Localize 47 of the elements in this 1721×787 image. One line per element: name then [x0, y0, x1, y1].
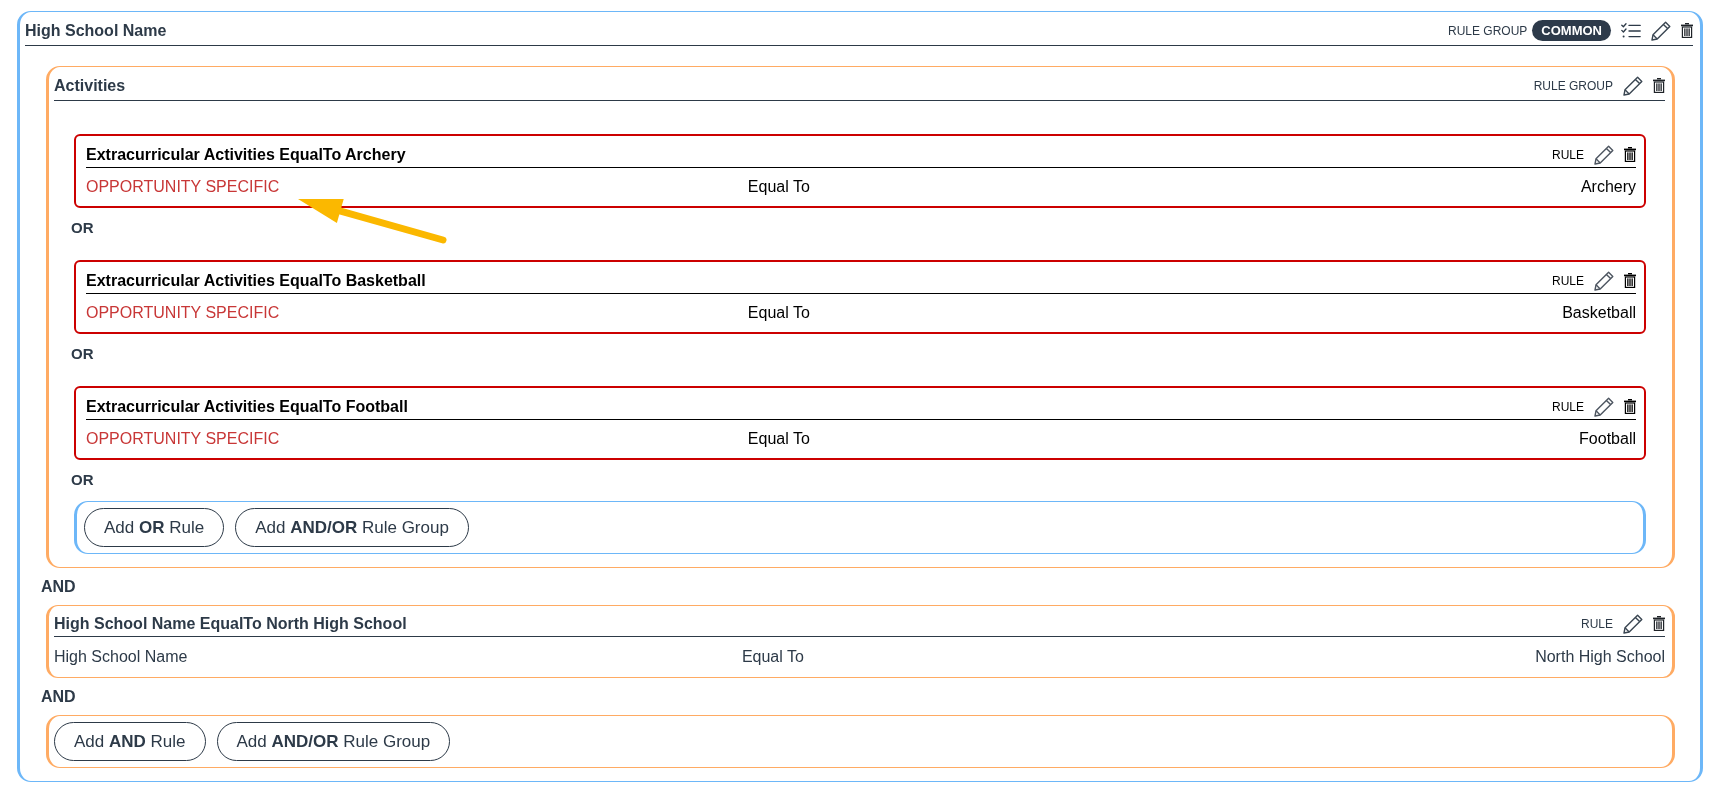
- operator-text: Equal To: [741, 647, 804, 667]
- trash-icon[interactable]: [1624, 399, 1636, 414]
- pencil-icon[interactable]: [1594, 270, 1614, 291]
- pencil-icon[interactable]: [1623, 613, 1643, 634]
- type-label: RULE GROUP: [1447, 22, 1528, 40]
- rule-title: Extracurricular Activities EqualTo Archery: [86, 144, 406, 165]
- logic-connector: AND: [41, 577, 76, 597]
- field-name: OPPORTUNITY SPECIFIC: [86, 429, 280, 449]
- add-rule-button[interactable]: Add OR Rule: [84, 508, 225, 547]
- field-name: OPPORTUNITY SPECIFIC: [86, 177, 280, 197]
- rule-title: Extracurricular Activities EqualTo Basketball: [86, 270, 426, 291]
- operator-text: Equal To: [747, 429, 810, 449]
- pencil-icon[interactable]: [1594, 144, 1614, 165]
- field-name: High School Name: [54, 647, 188, 667]
- value-text: Basketball: [1562, 303, 1636, 323]
- checklist-icon[interactable]: [1621, 22, 1641, 39]
- logic-connector: OR: [71, 344, 94, 364]
- logic-connector: AND: [41, 687, 76, 707]
- group-title: High School Name: [25, 20, 167, 41]
- group-title: Activities: [54, 75, 126, 96]
- type-label: RULE: [1552, 272, 1584, 290]
- value-text: Archery: [1580, 177, 1636, 197]
- value-text: North High School: [1535, 647, 1665, 667]
- trash-icon[interactable]: [1653, 78, 1665, 93]
- operator-text: Equal To: [747, 303, 810, 323]
- type-label: RULE: [1581, 615, 1613, 633]
- trash-icon[interactable]: [1624, 147, 1636, 162]
- logic-connector: OR: [71, 470, 94, 490]
- add-group-button[interactable]: Add AND/OR Rule Group: [235, 508, 469, 547]
- rule-title: High School Name EqualTo North High School: [54, 613, 407, 634]
- pencil-icon[interactable]: [1594, 396, 1614, 417]
- logic-connector: OR: [71, 218, 94, 238]
- field-name: OPPORTUNITY SPECIFIC: [86, 303, 280, 323]
- add-group-button[interactable]: Add AND/OR Rule Group: [216, 722, 451, 761]
- trash-icon[interactable]: [1624, 273, 1636, 288]
- trash-icon[interactable]: [1681, 23, 1693, 38]
- type-label: RULE: [1552, 398, 1584, 416]
- pencil-icon[interactable]: [1651, 20, 1671, 41]
- pencil-icon[interactable]: [1623, 75, 1643, 96]
- rule-title: Extracurricular Activities EqualTo Football: [86, 396, 408, 417]
- scope-badge: COMMON: [1532, 20, 1611, 41]
- type-label: RULE GROUP: [1533, 77, 1613, 95]
- trash-icon[interactable]: [1653, 616, 1665, 631]
- value-text: Football: [1579, 429, 1636, 449]
- type-label: RULE: [1552, 146, 1584, 164]
- operator-text: Equal To: [747, 177, 810, 197]
- add-rule-button[interactable]: Add AND Rule: [54, 722, 206, 761]
